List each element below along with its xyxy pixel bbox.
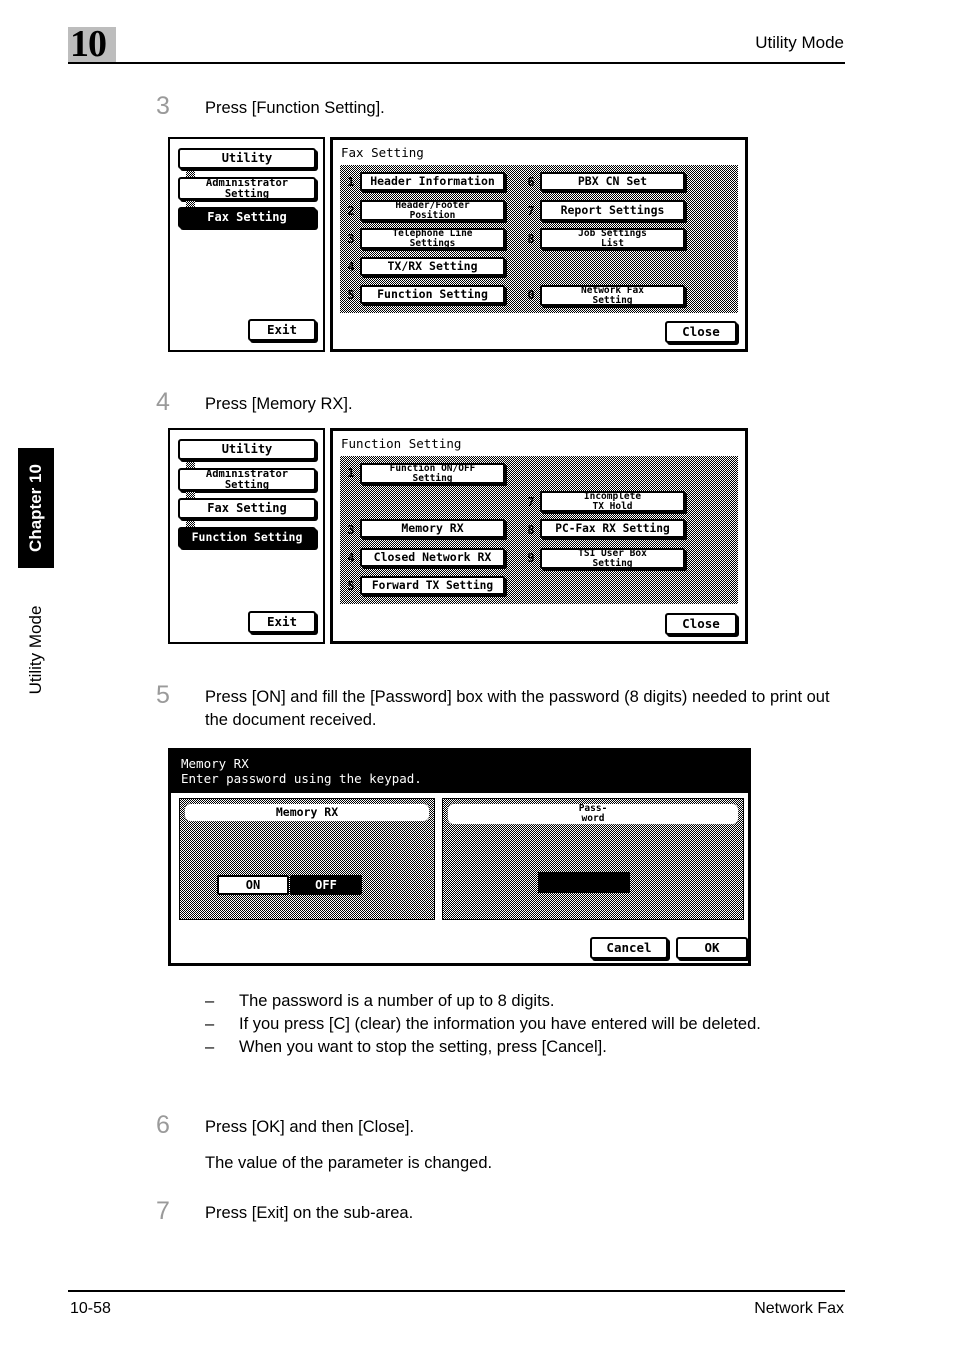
header-title: Utility Mode <box>755 33 844 52</box>
step-5-number: 5 <box>156 681 170 709</box>
key-number: 9 <box>527 551 535 565</box>
button-function-on-off-setting[interactable]: Function ON/OFF Setting <box>360 463 505 484</box>
chapter-side-tab: Chapter 10 <box>18 448 54 568</box>
note-text: When you want to stop the setting, press… <box>239 1038 607 1056</box>
sidebar-item-fax-setting[interactable]: Fax Setting <box>178 498 316 519</box>
chapter-number: 10 <box>70 23 107 65</box>
exit-button[interactable]: Exit <box>248 319 316 341</box>
ok-button[interactable]: OK <box>676 937 748 959</box>
step-7-number: 7 <box>156 1197 170 1225</box>
step-4-text: Press [Memory RX]. <box>205 395 353 413</box>
key-number: 6 <box>527 175 535 189</box>
screenshot-function-setting: Utility Administrator Setting Fax Settin… <box>168 428 748 644</box>
key-number: 3 <box>347 232 355 246</box>
key-number: 1 <box>347 466 355 480</box>
step-3-number: 3 <box>156 92 170 120</box>
button-memory-rx[interactable]: Memory RX <box>360 519 505 538</box>
key-number: 1 <box>347 175 355 189</box>
step-6-text: Press [OK] and then [Close]. <box>205 1118 415 1136</box>
list-item: – When you want to stop the setting, pre… <box>205 1036 845 1059</box>
key-number: 5 <box>347 288 355 302</box>
button-closed-network-rx[interactable]: Closed Network RX <box>360 548 505 567</box>
screenshot-memory-rx: Memory RX Enter password using the keypa… <box>168 748 751 966</box>
sidebar-item-function-setting[interactable]: Function Setting <box>178 527 316 548</box>
button-incomplete-tx-hold[interactable]: Incomplete TX Hold <box>540 491 685 512</box>
key-number: 8 <box>527 523 535 537</box>
sidebar-item-fax-setting[interactable]: Fax Setting <box>178 207 316 228</box>
memory-rx-group-label: Memory RX <box>184 803 430 822</box>
button-grid-background: 1 Header Information 2 Header/Footer Pos… <box>340 165 738 313</box>
button-report-settings[interactable]: Report Settings <box>540 200 685 221</box>
notes-list: – The password is a number of up to 8 di… <box>205 990 845 1059</box>
cancel-button[interactable]: Cancel <box>590 937 668 959</box>
screenshot-fax-setting: Utility Administrator Setting Fax Settin… <box>168 137 748 352</box>
function-setting-sidebar: Utility Administrator Setting Fax Settin… <box>168 428 325 644</box>
button-tsi-user-box-setting[interactable]: TSI User Box Setting <box>540 548 685 569</box>
button-pbx-cn-set[interactable]: PBX CN Set <box>540 172 685 191</box>
sidebar-item-utility[interactable]: Utility <box>178 148 316 169</box>
page-header: 10 Utility Mode <box>0 0 954 70</box>
dialog-titlebar: Memory RX Enter password using the keypa… <box>171 751 748 793</box>
sidebar-item-administrator-setting[interactable]: Administrator Setting <box>178 177 316 200</box>
button-forward-tx-setting[interactable]: Forward TX Setting <box>360 576 505 595</box>
key-number: 4 <box>347 260 355 274</box>
key-number: 2 <box>347 204 355 218</box>
footer-doc-title: Network Fax <box>754 1300 844 1317</box>
step-4-number: 4 <box>156 388 170 416</box>
password-group: Pass- word <box>442 798 744 920</box>
step-6-number: 6 <box>156 1111 170 1139</box>
list-item: – If you press [C] (clear) the informati… <box>205 1013 845 1036</box>
key-number: 5 <box>347 579 355 593</box>
memory-rx-group: Memory RX ON OFF <box>179 798 435 920</box>
key-number: 3 <box>347 523 355 537</box>
dialog-instruction: Enter password using the keypad. <box>181 771 422 786</box>
exit-button[interactable]: Exit <box>248 611 316 633</box>
note-text: The password is a number of up to 8 digi… <box>239 992 555 1010</box>
close-button[interactable]: Close <box>665 321 737 343</box>
password-input[interactable] <box>538 872 630 893</box>
key-number: 4 <box>347 551 355 565</box>
key-number: 0 <box>527 288 535 302</box>
button-function-setting[interactable]: Function Setting <box>360 285 505 304</box>
bullet-dash: – <box>205 992 215 1010</box>
screen-title: Function Setting <box>341 436 462 451</box>
screen-title: Fax Setting <box>341 145 424 160</box>
key-number: 8 <box>527 232 535 246</box>
section-side-label: Utility Mode <box>18 580 54 720</box>
note-text: If you press [C] (clear) the information… <box>239 1015 761 1033</box>
step-5-text: Press [ON] and fill the [Password] box w… <box>205 688 830 729</box>
button-network-fax-setting[interactable]: Network Fax Setting <box>540 285 685 306</box>
bullet-dash: – <box>205 1015 215 1033</box>
key-number: 7 <box>527 204 535 218</box>
button-job-settings-list[interactable]: Job Settings List <box>540 228 685 249</box>
header-divider <box>68 62 845 64</box>
fax-setting-sidebar: Utility Administrator Setting Fax Settin… <box>168 137 325 352</box>
footer-page-number: 10-58 <box>70 1300 111 1317</box>
sidebar-item-administrator-setting[interactable]: Administrator Setting <box>178 468 316 491</box>
footer-divider <box>68 1290 845 1292</box>
function-setting-main: Function Setting 1 Function ON/OFF Setti… <box>330 428 748 644</box>
button-header-information[interactable]: Header Information <box>360 172 505 191</box>
chapter-side-tab-label: Chapter 10 <box>26 464 45 552</box>
button-tx-rx-setting[interactable]: TX/RX Setting <box>360 257 505 276</box>
list-item: – The password is a number of up to 8 di… <box>205 990 845 1013</box>
dialog-title: Memory RX <box>181 756 249 771</box>
bullet-dash: – <box>205 1038 215 1056</box>
key-number: 7 <box>527 495 535 509</box>
step-6-subtext: The value of the parameter is changed. <box>205 1154 493 1172</box>
sidebar-item-utility[interactable]: Utility <box>178 439 316 460</box>
button-grid-background: 1 Function ON/OFF Setting 3 Memory RX 4 … <box>340 456 738 604</box>
fax-setting-main: Fax Setting 1 Header Information 2 Heade… <box>330 137 748 352</box>
password-group-label: Pass- word <box>447 803 739 825</box>
button-header-footer-position[interactable]: Header/Footer Position <box>360 200 505 221</box>
memory-rx-on-button[interactable]: ON <box>217 875 289 895</box>
close-button[interactable]: Close <box>665 613 737 635</box>
button-telephone-line-settings[interactable]: Telephone Line Settings <box>360 228 505 249</box>
button-pc-fax-rx-setting[interactable]: PC-Fax RX Setting <box>540 519 685 538</box>
section-side-label-text: Utility Mode <box>26 605 45 695</box>
memory-rx-off-button[interactable]: OFF <box>290 875 362 895</box>
step-3-text: Press [Function Setting]. <box>205 99 385 117</box>
step-7-text: Press [Exit] on the sub-area. <box>205 1204 414 1222</box>
